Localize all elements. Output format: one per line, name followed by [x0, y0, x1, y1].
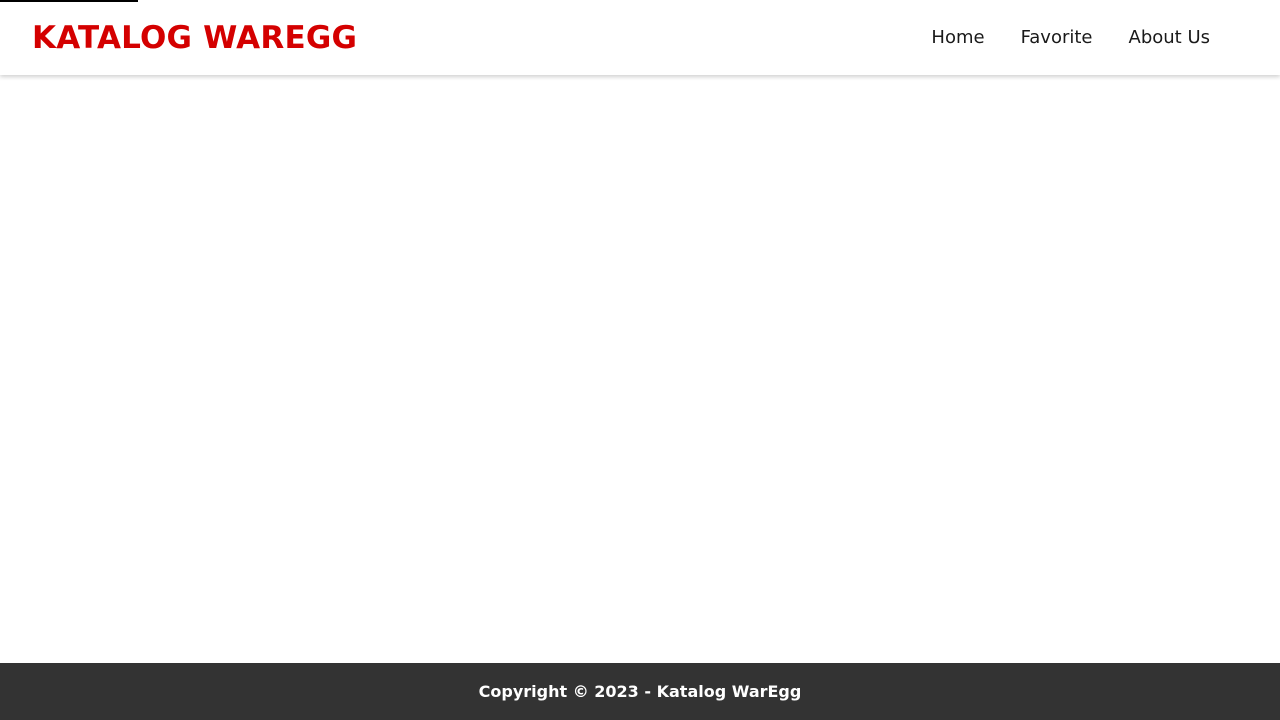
- app-header: KATALOG WAREGG Home Favorite About Us: [0, 0, 1280, 75]
- main-content: [0, 75, 1280, 663]
- footer-copyright: Copyright © 2023 - Katalog WarEgg: [478, 682, 802, 701]
- site-footer: Copyright © 2023 - Katalog WarEgg: [0, 663, 1280, 720]
- page-root: KATALOG WAREGG Home Favorite About Us Co…: [0, 0, 1280, 720]
- nav-about-us-link[interactable]: About Us: [1111, 15, 1229, 60]
- main-nav: Home Favorite About Us: [913, 15, 1248, 60]
- nav-home-link[interactable]: Home: [913, 15, 1002, 60]
- brand-logo-link[interactable]: KATALOG WAREGG: [32, 20, 357, 56]
- skip-link-indicator: [0, 0, 138, 2]
- nav-favorite-link[interactable]: Favorite: [1003, 15, 1111, 60]
